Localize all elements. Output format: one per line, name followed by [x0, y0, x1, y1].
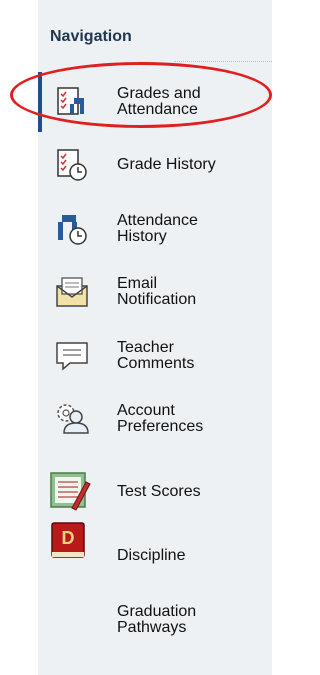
nav-label-teacher-comments: Teacher Comments: [117, 339, 195, 372]
attendance-history-icon: [54, 211, 90, 247]
nav-item-discipline[interactable]: D Discipline: [42, 522, 272, 584]
nav-item-test-scores[interactable]: Test Scores: [42, 464, 272, 520]
test-scores-icon: [48, 470, 92, 514]
nav-item-email-notification[interactable]: Email Notification: [42, 264, 272, 320]
envelope-icon: [54, 274, 90, 310]
nav-label-account-preferences: Account Preferences: [117, 402, 204, 435]
nav-item-graduation-pathways[interactable]: Graduation Pathways: [42, 592, 272, 648]
nav-label-test-scores: Test Scores: [117, 483, 201, 500]
nav-item-teacher-comments[interactable]: Teacher Comments: [42, 328, 272, 384]
svg-text:D: D: [62, 528, 75, 548]
grades-attendance-icon: [54, 84, 90, 120]
nav-label-discipline: Discipline: [117, 547, 186, 564]
nav-label-email-notification: Email Notification: [117, 275, 197, 308]
navigation-heading: Navigation: [50, 28, 132, 45]
nav-item-account-preferences[interactable]: Account Preferences: [42, 391, 272, 447]
nav-item-grades-and-attendance[interactable]: Grades and Attendance: [42, 74, 272, 130]
discipline-icon: D: [48, 520, 88, 560]
nav-item-attendance-history[interactable]: Attendance History: [42, 201, 272, 257]
nav-item-grade-history[interactable]: Grade History: [42, 137, 272, 193]
nav-label-graduation-pathways: Graduation Pathways: [117, 603, 197, 636]
heading-divider: [174, 61, 272, 62]
nav-label-grade-history: Grade History: [117, 156, 216, 173]
nav-label-attendance-history: Attendance History: [117, 212, 198, 245]
grade-history-icon: [54, 147, 90, 183]
comment-icon: [54, 338, 90, 374]
nav-label-grades-and-attendance: Grades and Attendance: [117, 85, 201, 118]
account-preferences-icon: [54, 401, 90, 437]
